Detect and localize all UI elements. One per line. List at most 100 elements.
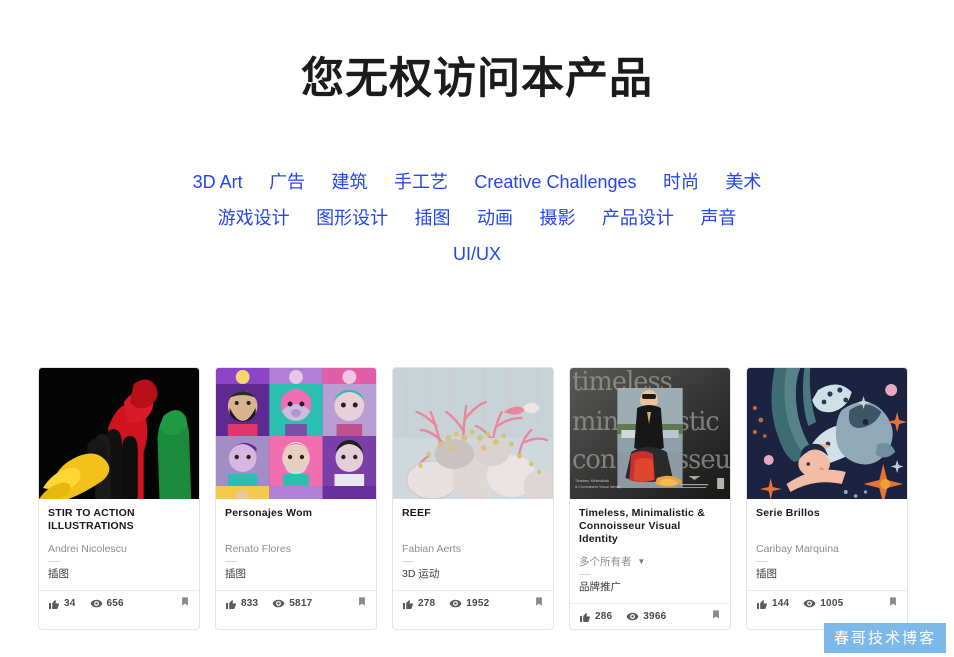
project-card[interactable]: timeless min stic con isseu Timeless, Mi… <box>569 367 731 630</box>
project-thumbnail-reef[interactable] <box>393 368 553 499</box>
bookmark-icon <box>534 595 544 613</box>
project-owner-name: 多个所有者 <box>579 556 632 568</box>
view-count: 5817 <box>289 598 313 609</box>
project-category[interactable]: 插图 <box>756 567 898 581</box>
bookmark-icon <box>357 595 367 613</box>
eye-icon <box>272 597 285 610</box>
category-link-motion[interactable]: 动画 <box>477 201 513 235</box>
bookmark-icon <box>711 608 721 626</box>
category-link-creative-challenges[interactable]: Creative Challenges <box>474 165 636 199</box>
divider <box>48 561 60 562</box>
project-card-body: Personajes Wom Renato Flores 插图 <box>216 499 376 581</box>
project-owner-name: Fabian Aerts <box>402 543 461 555</box>
like-count: 144 <box>772 598 790 609</box>
view-count: 1952 <box>466 598 490 609</box>
view-count: 656 <box>106 598 124 609</box>
divider <box>756 561 768 562</box>
project-owner[interactable]: Caribay Marquina <box>756 542 898 556</box>
project-owner[interactable]: Renato Flores <box>225 542 367 556</box>
like-count: 278 <box>418 598 436 609</box>
divider <box>225 561 237 562</box>
project-card-body: Timeless, Minimalistic & Connoisseur Vis… <box>570 499 730 594</box>
like-count: 286 <box>595 611 613 622</box>
project-card[interactable]: STIR TO ACTION ILLUSTRATIONS Andrei Nico… <box>38 367 200 630</box>
like-stat[interactable]: 144 <box>756 598 789 610</box>
category-link-advertising[interactable]: 广告 <box>269 165 305 199</box>
like-stat[interactable]: 278 <box>402 598 435 610</box>
category-link-product-design[interactable]: 产品设计 <box>602 201 674 235</box>
like-stat[interactable]: 34 <box>48 598 76 610</box>
category-link-ui-ux[interactable]: UI/UX <box>453 237 501 271</box>
project-card-body: REEF Fabian Aerts 3D 运动 <box>393 499 553 581</box>
svg-text:& Connoisseur Visual Identity: & Connoisseur Visual Identity <box>575 485 621 489</box>
like-count: 833 <box>241 598 259 609</box>
category-link-crafts[interactable]: 手工艺 <box>394 165 448 199</box>
project-stats: 34 656 <box>39 590 199 616</box>
view-count: 1005 <box>820 598 844 609</box>
divider <box>402 561 414 562</box>
eye-icon <box>626 610 639 623</box>
project-stats: 144 1005 <box>747 590 907 616</box>
svg-text:stic: stic <box>677 407 720 437</box>
eye-icon <box>90 597 103 610</box>
bookmark-button[interactable] <box>357 595 367 613</box>
project-category[interactable]: 品牌推广 <box>579 580 721 594</box>
category-link-illustration[interactable]: 插图 <box>415 201 451 235</box>
category-link-photography[interactable]: 摄影 <box>539 201 575 235</box>
category-link-3d-art[interactable]: 3D Art <box>193 165 243 199</box>
project-thumbnail-characters[interactable] <box>216 368 376 499</box>
project-title: Personajes Wom <box>225 507 313 519</box>
project-category[interactable]: 3D 运动 <box>402 567 544 581</box>
view-stat[interactable]: 5817 <box>272 597 312 610</box>
project-thumbnail-brillos[interactable] <box>747 368 907 499</box>
project-title: REEF <box>402 507 431 519</box>
project-owner-name: Renato Flores <box>225 543 291 555</box>
view-stat[interactable]: 656 <box>90 597 124 610</box>
project-stats: 286 3966 <box>570 603 730 629</box>
project-title: STIR TO ACTION ILLUSTRATIONS <box>48 507 135 532</box>
project-card[interactable]: Personajes Wom Renato Flores 插图 833 5817 <box>215 367 377 630</box>
project-owner-name: Caribay Marquina <box>756 543 839 555</box>
category-links: 3D Art 广告 建筑 手工艺 Creative Challenges 时尚 … <box>127 103 827 273</box>
view-stat[interactable]: 1005 <box>803 597 843 610</box>
like-stat[interactable]: 286 <box>579 611 612 623</box>
page-title: 您无权访问本产品 <box>301 54 653 104</box>
bookmark-button[interactable] <box>888 595 898 613</box>
project-thumbnail-hands[interactable] <box>39 368 199 499</box>
project-owner[interactable]: Andrei Nicolescu <box>48 542 190 556</box>
project-title: Serie Brillos <box>756 507 820 519</box>
bookmark-button[interactable] <box>711 608 721 626</box>
category-link-architecture[interactable]: 建筑 <box>332 165 368 199</box>
view-stat[interactable]: 3966 <box>626 610 666 623</box>
divider <box>579 574 591 575</box>
bookmark-icon <box>888 595 898 613</box>
like-count: 34 <box>64 598 76 609</box>
category-link-graphic-design[interactable]: 图形设计 <box>316 201 388 235</box>
project-category[interactable]: 插图 <box>48 567 190 581</box>
project-card[interactable]: REEF Fabian Aerts 3D 运动 278 1952 <box>392 367 554 630</box>
thumbs-up-icon <box>756 598 768 610</box>
project-stats: 833 5817 <box>216 590 376 616</box>
view-stat[interactable]: 1952 <box>449 597 489 610</box>
project-card[interactable]: Serie Brillos Caribay Marquina 插图 144 10… <box>746 367 908 630</box>
project-owner-dropdown[interactable]: 多个所有者 ▼ <box>579 555 721 569</box>
project-owner[interactable]: Fabian Aerts <box>402 542 544 556</box>
category-link-game-design[interactable]: 游戏设计 <box>218 201 290 235</box>
chevron-down-icon: ▼ <box>637 557 646 566</box>
project-card-body: STIR TO ACTION ILLUSTRATIONS Andrei Nico… <box>39 499 199 581</box>
project-stats: 278 1952 <box>393 590 553 616</box>
bookmark-button[interactable] <box>180 595 190 613</box>
project-category[interactable]: 插图 <box>225 567 367 581</box>
project-thumbnail-poster[interactable]: timeless min stic con isseu Timeless, Mi… <box>570 368 730 499</box>
category-link-sound[interactable]: 声音 <box>700 201 736 235</box>
like-stat[interactable]: 833 <box>225 598 258 610</box>
bookmark-button[interactable] <box>534 595 544 613</box>
thumbs-up-icon <box>225 598 237 610</box>
category-link-fine-arts[interactable]: 美术 <box>725 165 761 199</box>
thumbs-up-icon <box>402 598 414 610</box>
svg-text:min: min <box>572 407 618 437</box>
thumbs-up-icon <box>579 611 591 623</box>
watermark: 春哥技术博客 <box>823 623 946 653</box>
project-owner-name: Andrei Nicolescu <box>48 543 127 555</box>
category-link-fashion[interactable]: 时尚 <box>663 165 699 199</box>
